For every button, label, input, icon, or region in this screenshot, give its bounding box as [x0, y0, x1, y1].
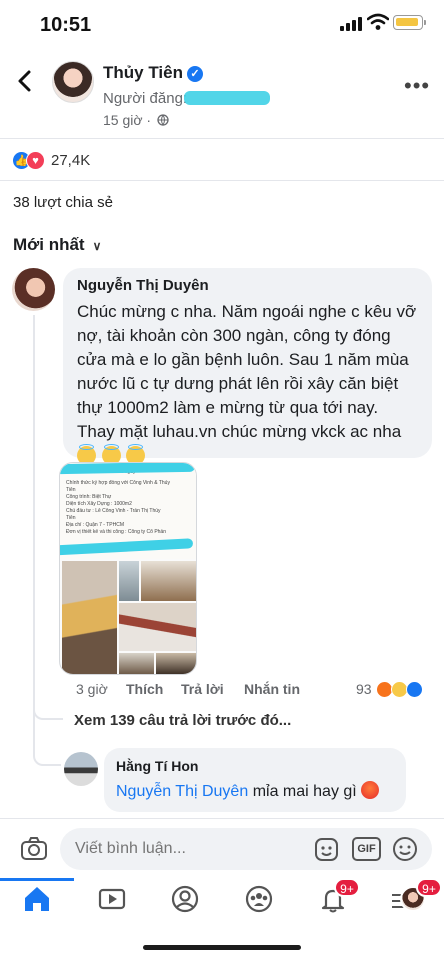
reply-button[interactable]: Trả lời	[181, 681, 224, 697]
author-name[interactable]: Thủy Tiên ✓	[103, 63, 203, 83]
post-time: 15 giờ ·	[103, 112, 169, 128]
comment-actions: 3 giờ Thích Trả lời Nhắn tin 93	[76, 681, 436, 699]
signal-icon	[340, 17, 362, 31]
poster-label: Người đăng:	[103, 90, 188, 107]
author-name-text[interactable]: Thủy Tiên	[103, 63, 183, 82]
reply-message: mỉa mai hay gì	[252, 783, 357, 800]
reply-avatar[interactable]	[64, 752, 98, 786]
like-reaction-icon	[406, 681, 423, 698]
gif-button[interactable]: GIF	[352, 837, 381, 861]
reply-text: Nguyễn Thị Duyên mỉa mai hay gì	[116, 781, 394, 801]
sort-dropdown[interactable]: Mới nhất ∨	[13, 235, 101, 255]
comment-reaction-count[interactable]: 93	[356, 681, 372, 697]
avatar-sticker-icon[interactable]	[313, 836, 340, 863]
comment-composer: GIF	[0, 818, 444, 878]
camera-icon[interactable]	[20, 835, 48, 863]
menu-badge: 9+	[416, 878, 442, 897]
love-reaction-icon: ♥	[26, 150, 45, 170]
groups-icon[interactable]	[244, 884, 274, 914]
photo-tile	[156, 653, 196, 674]
mention-link[interactable]: Nguyễn Thị Duyên	[116, 783, 248, 800]
post-header: Thủy Tiên ✓ Người đăng: 15 giờ · •••	[0, 55, 444, 135]
chevron-down-icon: ∨	[92, 239, 102, 253]
message-button[interactable]: Nhắn tin	[244, 681, 300, 697]
divider	[0, 138, 444, 139]
photo-tile	[141, 561, 196, 601]
doc-line: Công trình: Biệt Thự	[66, 494, 112, 500]
commenter-avatar[interactable]	[12, 268, 55, 311]
author-avatar[interactable]	[52, 61, 94, 103]
commenter-name[interactable]: Nguyễn Thị Duyên	[77, 277, 418, 294]
menu-button[interactable]: 9+	[392, 878, 442, 914]
post-time-text: 15 giờ ·	[103, 112, 152, 128]
photo-tile	[119, 561, 139, 601]
bottom-nav: 9+ 9+	[0, 878, 444, 923]
photo-collage	[62, 561, 196, 674]
doc-line: Tiên	[66, 487, 76, 493]
home-icon[interactable]	[22, 884, 52, 914]
home-indicator	[143, 945, 301, 950]
profile-icon[interactable]	[170, 884, 200, 914]
comment-text: Chúc mừng c nha. Năm ngoái nghe c kêu vỡ…	[77, 302, 417, 441]
notification-badge: 9+	[334, 878, 360, 897]
doc-line: Diện tích Xây Dựng : 1000m2	[66, 501, 132, 507]
divider	[0, 180, 444, 181]
like-button[interactable]: Thích	[126, 681, 163, 697]
globe-icon	[157, 114, 169, 126]
doc-line: Chính thức ký hợp đồng với Công Vinh & T…	[66, 480, 170, 486]
doc-line: Tiên	[66, 515, 76, 521]
status-bar: 10:51	[0, 0, 444, 50]
active-tab-indicator	[0, 878, 74, 881]
redaction-mark	[184, 91, 270, 105]
verified-badge-icon: ✓	[186, 66, 203, 82]
photo-tile	[62, 561, 117, 674]
thread-connector	[33, 740, 61, 766]
comment-attachment-image[interactable]: 2 ngày Chính thức ký hợp đồng với Công V…	[59, 462, 197, 675]
sort-label: Mới nhất	[13, 235, 85, 254]
emoji-icon[interactable]	[392, 836, 418, 862]
status-time: 10:51	[40, 14, 92, 36]
comment-time: 3 giờ	[76, 681, 108, 697]
battery-icon	[393, 15, 426, 30]
thread-connector	[33, 700, 63, 720]
notifications-button[interactable]: 9+	[318, 878, 360, 914]
comment-bubble: Nguyễn Thị Duyên Chúc mừng c nha. Năm ng…	[63, 268, 432, 465]
reaction-count: 27,4K	[51, 151, 91, 169]
doc-line: Chủ đầu tư : Lê Công Vinh - Trần Thị Thủ…	[66, 508, 161, 514]
share-count[interactable]: 38 lượt chia sẻ	[13, 194, 113, 211]
back-arrow-icon[interactable]	[14, 69, 38, 93]
thread-line	[33, 315, 35, 745]
reply-author[interactable]: Hằng Tí Hon	[116, 758, 394, 774]
angry-emoji-icon	[360, 781, 379, 799]
doc-line: Đơn vị thiết kế và thi công : Công ty Cổ…	[66, 529, 166, 535]
post-reactions[interactable]: 👍 ♥ 27,4K	[12, 150, 90, 170]
photo-tile	[119, 653, 154, 674]
view-previous-replies[interactable]: Xem 139 câu trả lời trước đó...	[74, 712, 291, 729]
photo-tile	[119, 603, 196, 651]
more-options-icon[interactable]: •••	[404, 73, 430, 99]
reply-bubble: Hằng Tí Hon Nguyễn Thị Duyên mỉa mai hay…	[104, 748, 406, 812]
watch-icon[interactable]	[97, 884, 127, 914]
wifi-icon	[367, 13, 389, 30]
doc-line: Địa chỉ : Quận 7 - TPHCM	[66, 522, 124, 528]
